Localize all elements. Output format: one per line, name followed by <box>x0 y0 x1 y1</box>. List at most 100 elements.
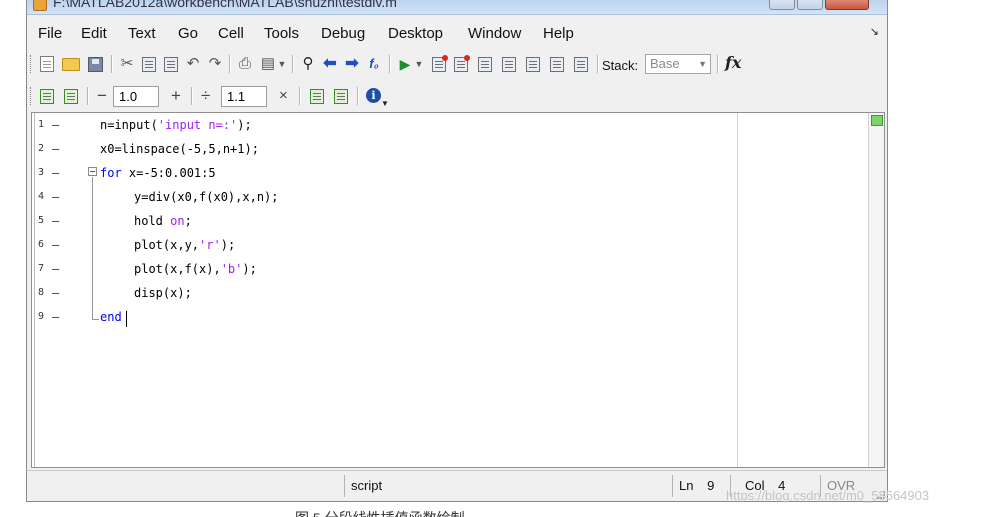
paste-button[interactable] <box>161 54 181 74</box>
new-file-button[interactable] <box>37 54 57 74</box>
menu-file[interactable]: File <box>38 25 62 42</box>
code-line[interactable]: 1– n=input('input n=:'); <box>32 113 732 137</box>
code-text[interactable]: for x=-5:0.001:5 <box>100 161 216 185</box>
decrement-value-field[interactable]: 1.0 <box>113 86 159 107</box>
menu-go[interactable]: Go <box>178 25 198 42</box>
cut-icon: ✂ <box>120 55 134 72</box>
line-number[interactable]: 4 <box>38 185 44 209</box>
continue-button[interactable] <box>547 54 567 74</box>
clear-breakpoints-button[interactable] <box>451 54 471 74</box>
step-button[interactable] <box>475 54 495 74</box>
code-line[interactable]: 4– y=div(x0,f(x0),x,n); <box>32 185 732 209</box>
code-text[interactable]: x0=linspace(-5,5,n+1); <box>100 137 259 161</box>
breakpoint-marker[interactable]: – <box>52 305 59 329</box>
code-text[interactable]: hold on; <box>134 209 192 233</box>
forward-button[interactable]: ➡ <box>342 54 362 74</box>
exit-debug-button[interactable] <box>571 54 591 74</box>
code-line[interactable]: 2– x0=linspace(-5,5,n+1); <box>32 137 732 161</box>
menu-edit[interactable]: Edit <box>81 25 107 42</box>
run-button[interactable]: ▶ <box>395 54 415 74</box>
menu-help[interactable]: Help <box>543 25 574 42</box>
code-editor[interactable]: 1– n=input('input n=:'); 2– x0=linspace(-5,… <box>31 112 885 468</box>
publish-button[interactable]: ▤ <box>258 54 278 74</box>
line-number[interactable]: 2 <box>38 137 44 161</box>
function-browser-button[interactable]: f₀ <box>364 54 384 74</box>
line-number[interactable]: 5 <box>38 209 44 233</box>
breakpoint-marker[interactable]: – <box>52 161 59 185</box>
step-out-icon <box>526 56 540 72</box>
breakpoint-marker[interactable]: – <box>52 209 59 233</box>
print-button[interactable]: ⎙ <box>235 54 255 74</box>
line-number[interactable]: 1 <box>38 113 44 137</box>
set-breakpoint-button[interactable] <box>429 54 449 74</box>
code-text[interactable]: n=input('input n=:'); <box>100 113 252 137</box>
code-token: n=input( <box>100 118 158 132</box>
menu-cell[interactable]: Cell <box>218 25 244 42</box>
fx-button[interactable]: fx <box>725 53 741 72</box>
code-line[interactable]: 8– disp(x); <box>32 281 732 305</box>
step-out-button[interactable] <box>523 54 543 74</box>
code-line[interactable]: 5– hold on; <box>32 209 732 233</box>
cell-mode-button[interactable] <box>61 86 81 106</box>
line-number[interactable]: 6 <box>38 233 44 257</box>
chevron-down-icon[interactable]: ▼ <box>381 99 389 108</box>
divide-button[interactable]: ÷ <box>201 86 210 106</box>
menu-window[interactable]: Window <box>468 25 521 42</box>
copy-button[interactable] <box>139 54 159 74</box>
code-line[interactable]: 3– for x=-5:0.001:5 <box>32 161 732 185</box>
close-button[interactable] <box>825 0 869 10</box>
stack-select[interactable]: Base ▼ <box>645 54 711 74</box>
code-text[interactable]: disp(x); <box>134 281 192 305</box>
run-menu-button[interactable]: ▼ <box>413 54 425 74</box>
menu-desktop[interactable]: Desktop <box>388 25 443 42</box>
evaluate-cell-button[interactable] <box>307 86 327 106</box>
decrement-button[interactable]: − <box>97 86 107 106</box>
breakpoint-marker[interactable]: – <box>52 137 59 161</box>
line-number[interactable]: 8 <box>38 281 44 305</box>
code-text[interactable]: end <box>100 305 122 329</box>
cut-button[interactable]: ✂ <box>117 54 137 74</box>
toolbar-grip[interactable] <box>30 87 33 105</box>
undo-button[interactable]: ↶ <box>183 54 203 74</box>
back-arrow-icon: ⬅ <box>323 55 337 72</box>
code-line[interactable]: 7– plot(x,f(x),'b'); <box>32 257 732 281</box>
code-line[interactable]: 6– plot(x,y,'r'); <box>32 233 732 257</box>
maximize-button[interactable] <box>797 0 823 10</box>
minimize-button[interactable] <box>769 0 795 10</box>
line-number[interactable]: 3 <box>38 161 44 185</box>
breakpoint-marker[interactable]: – <box>52 113 59 137</box>
save-button[interactable] <box>85 54 105 74</box>
breakpoint-marker[interactable]: – <box>52 281 59 305</box>
find-button[interactable]: ⚲ <box>298 54 318 74</box>
menu-tools[interactable]: Tools <box>264 25 299 42</box>
no-errors-indicator[interactable] <box>871 115 883 126</box>
editor-window: F:\MATLAB2012a\workbench\MATLAB\shuzhi\t… <box>26 0 888 502</box>
evaluate-cell-advance-button[interactable] <box>331 86 351 106</box>
back-button[interactable]: ⬅ <box>320 54 340 74</box>
toolbar-grip[interactable] <box>30 55 33 73</box>
breakpoint-marker[interactable]: – <box>52 185 59 209</box>
line-number[interactable]: 7 <box>38 257 44 281</box>
redo-button[interactable]: ↷ <box>205 54 225 74</box>
menu-debug[interactable]: Debug <box>321 25 365 42</box>
breakpoint-marker[interactable]: – <box>52 257 59 281</box>
code-text[interactable]: plot(x,y,'r'); <box>134 233 235 257</box>
multiply-button[interactable]: × <box>279 86 288 106</box>
undock-icon[interactable]: ↘ <box>870 25 879 38</box>
code-text[interactable]: y=div(x0,f(x0),x,n); <box>134 185 279 209</box>
insert-cell-divider-button[interactable] <box>37 86 57 106</box>
fold-toggle[interactable] <box>88 167 97 176</box>
code-text[interactable]: plot(x,f(x),'b'); <box>134 257 257 281</box>
open-file-button[interactable] <box>61 54 81 74</box>
increment-button[interactable]: + <box>171 86 181 106</box>
info-icon[interactable]: i <box>366 88 381 103</box>
breakpoint-marker[interactable]: – <box>52 233 59 257</box>
message-bar[interactable] <box>868 113 884 467</box>
line-number[interactable]: 9 <box>38 305 44 329</box>
menu-text[interactable]: Text <box>128 25 156 42</box>
code-line[interactable]: 9– end <box>32 305 732 329</box>
step-in-button[interactable] <box>499 54 519 74</box>
multiply-value-field[interactable]: 1.1 <box>221 86 267 107</box>
cell-mode-icon <box>64 88 78 104</box>
publish-menu-button[interactable]: ▼ <box>276 54 288 74</box>
